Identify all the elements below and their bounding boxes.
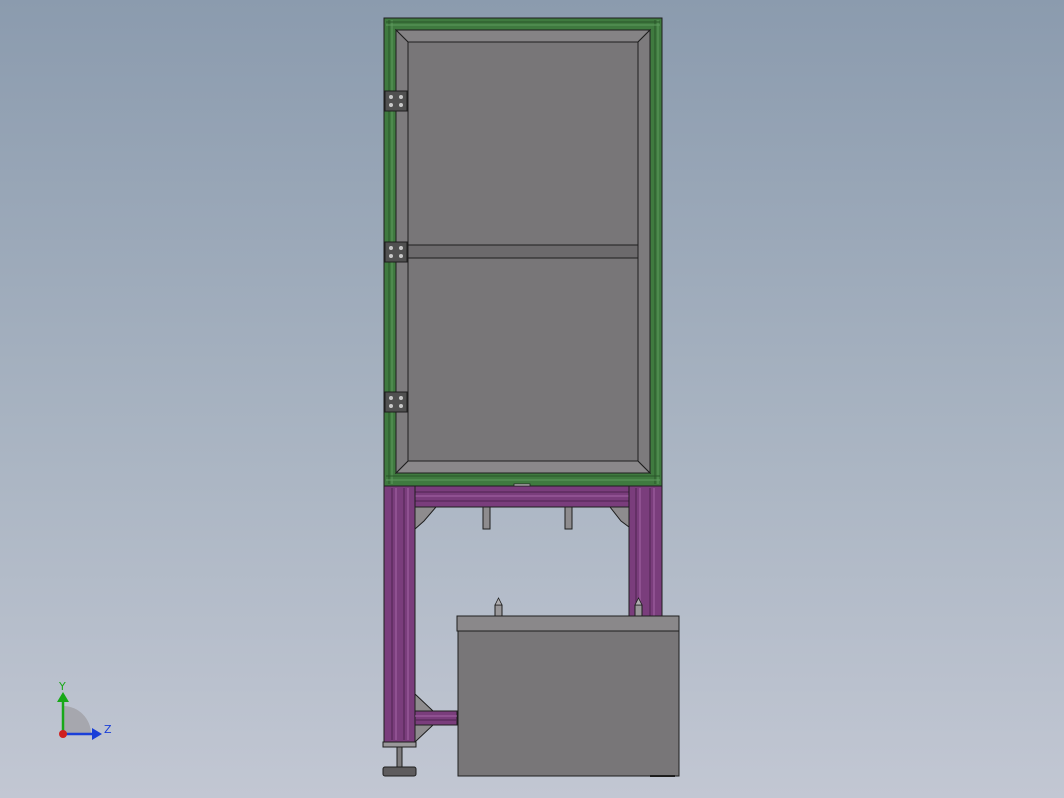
door-bevel-right <box>637 28 651 475</box>
z-axis-label: Z <box>104 723 112 736</box>
corner-bracket-top-right <box>608 506 630 528</box>
stand-lower-beam <box>414 710 458 726</box>
stand-leg-left <box>383 485 416 743</box>
door-pane-lower <box>407 257 639 462</box>
y-axis-arrow-icon <box>57 692 69 702</box>
fixture-post-1 <box>482 506 491 530</box>
hinge-bottom[interactable] <box>384 391 408 413</box>
cad-viewport[interactable]: Y Z <box>0 0 1064 798</box>
door-bevel-top <box>394 29 652 43</box>
lower-enclosure[interactable] <box>456 597 680 777</box>
enclosure-lid <box>456 615 680 632</box>
x-axis-origin-icon <box>59 730 67 738</box>
corner-bracket-top-left <box>414 506 438 531</box>
y-axis-label: Y <box>58 680 66 693</box>
cabinet[interactable] <box>383 17 663 490</box>
orientation-triad: Y Z <box>57 680 112 740</box>
triad-plane-indicator <box>63 706 91 734</box>
fixture-post-2 <box>564 506 573 530</box>
leveling-foot[interactable] <box>382 741 417 777</box>
door-middle-rail <box>407 244 639 259</box>
enclosure-body <box>457 630 680 777</box>
hinge-top[interactable] <box>384 90 408 112</box>
z-axis-arrow-icon <box>92 728 102 740</box>
stand-leg-right <box>628 485 663 617</box>
door-bevel-bottom <box>394 460 652 474</box>
door-pane-upper <box>407 41 639 246</box>
locating-pin-left <box>494 597 503 617</box>
corner-bracket-bottom-left <box>414 692 435 712</box>
hinge-middle[interactable] <box>384 241 408 263</box>
